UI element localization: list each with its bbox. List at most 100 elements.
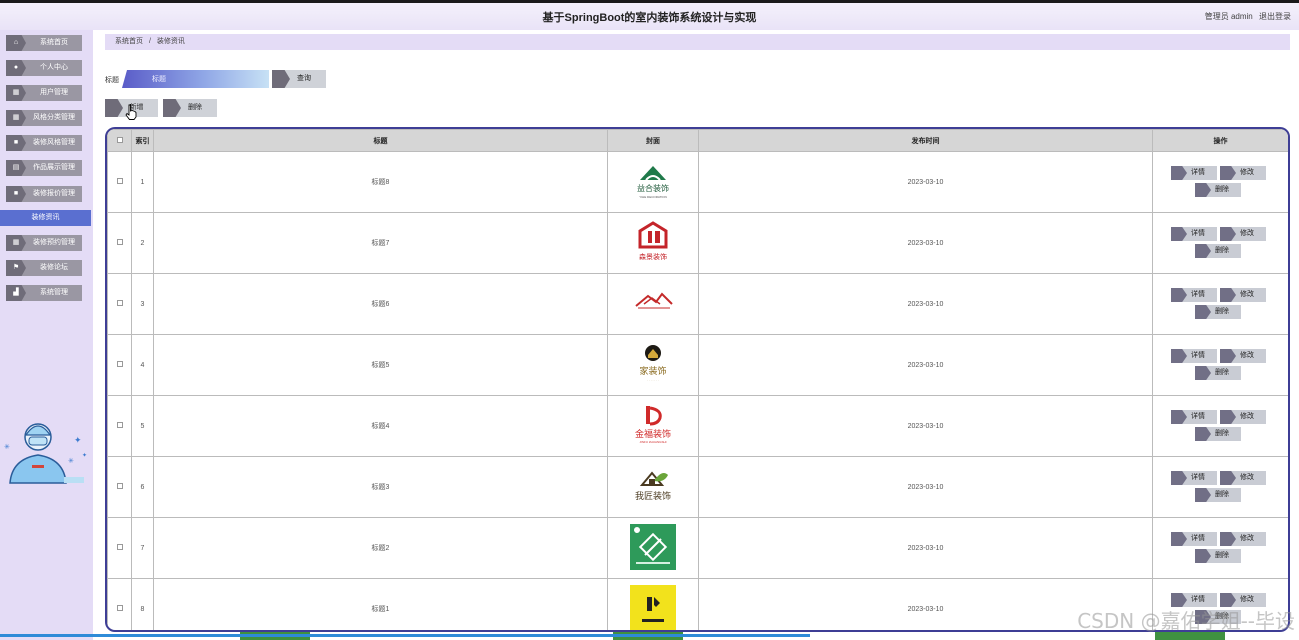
detail-button[interactable]: 详情 — [1171, 349, 1217, 363]
row-select-cell[interactable] — [107, 334, 132, 396]
svg-text:JINFU ZHUANGSHI: JINFU ZHUANGSHI — [640, 440, 667, 444]
row-delete-button[interactable]: 删除 — [1195, 488, 1241, 502]
row-title: 标题3 — [153, 456, 608, 518]
row-actions: 详情 修改删除 — [1152, 273, 1288, 335]
detail-button[interactable]: 详情 — [1171, 532, 1217, 546]
breadcrumb-current: 装修资讯 — [156, 38, 185, 45]
edit-button-label: 修改 — [1240, 230, 1254, 237]
edit-button[interactable]: 修改 — [1220, 410, 1266, 424]
row-title: 标题1 — [153, 578, 608, 630]
sidebar-item-label: 用户管理 — [40, 89, 68, 96]
detail-button[interactable]: 详情 — [1171, 410, 1217, 424]
edit-button[interactable]: 修改 — [1220, 471, 1266, 485]
edit-button[interactable]: 修改 — [1220, 349, 1266, 363]
detail-button[interactable]: 详情 — [1171, 471, 1217, 485]
row-date: 2023-03-10 — [698, 212, 1153, 274]
detail-button-label: 详情 — [1191, 596, 1205, 603]
row-date: 2023-03-10 — [698, 151, 1153, 213]
row-date: 2023-03-10 — [698, 395, 1153, 457]
search-label: 标题 — [105, 77, 119, 84]
breadcrumb-home[interactable]: 系统首页 — [115, 38, 143, 45]
sidebar-item[interactable]: 装修资讯 — [0, 210, 91, 226]
flag-icon: ⚑ — [6, 260, 26, 276]
row-select-cell[interactable] — [107, 212, 132, 274]
row-checkbox[interactable] — [116, 544, 123, 550]
row-delete-button[interactable]: 删除 — [1195, 183, 1241, 197]
search-button[interactable]: 查询 — [272, 70, 326, 88]
row-select-cell[interactable] — [107, 578, 132, 630]
table-row: 6 标题3 我匠装饰 2023-03-10 详情 修改 删除 — [107, 456, 1288, 518]
detail-button-label: 详情 — [1191, 230, 1205, 237]
edit-button[interactable]: 修改 — [1220, 227, 1266, 241]
row-delete-button[interactable]: 删除 — [1195, 305, 1241, 319]
hand-cursor-icon — [125, 104, 137, 120]
delete-button-label: 删除 — [188, 104, 202, 111]
row-title: 标题7 — [153, 212, 608, 274]
grid-icon: ▦ — [6, 110, 26, 126]
row-title: 标题5 — [153, 334, 608, 396]
row-delete-button-label: 删除 — [1215, 308, 1229, 315]
column-header-title: 标题 — [153, 129, 608, 152]
row-checkbox[interactable] — [116, 605, 123, 611]
row-delete-button[interactable]: 删除 — [1195, 244, 1241, 258]
svg-text:森景装饰: 森景装饰 — [639, 252, 667, 261]
row-select-cell[interactable] — [107, 151, 132, 213]
row-checkbox[interactable] — [116, 178, 123, 184]
row-index: 1 — [131, 151, 154, 213]
sidebar-item[interactable]: ● 个人中心 — [6, 60, 82, 76]
row-select-cell[interactable] — [107, 273, 132, 335]
edit-button[interactable]: 修改 — [1220, 288, 1266, 302]
row-delete-button-label: 删除 — [1215, 491, 1229, 498]
sidebar-item-label: 装修预约管理 — [33, 239, 75, 246]
delete-button[interactable]: 删除 — [163, 99, 217, 117]
detail-button[interactable]: 详情 — [1171, 227, 1217, 241]
sidebar: ✦ ✳ ✳ ✦ ⌂ 系统首页 ● 个人中心 ▦ 用户管理 ▦ 风格分类管理 ■ 装修风格管理 ▤ 作品… — [0, 30, 93, 640]
detail-button[interactable]: 详情 — [1171, 166, 1217, 180]
row-delete-button[interactable]: 删除 — [1195, 427, 1241, 441]
row-checkbox[interactable] — [116, 300, 123, 306]
title-search-input[interactable] — [122, 70, 269, 88]
detail-button[interactable]: 详情 — [1171, 288, 1217, 302]
row-select-cell[interactable] — [107, 456, 132, 518]
sidebar-item[interactable]: ▤ 作品展示管理 — [6, 160, 82, 176]
svg-text:✦: ✦ — [74, 435, 82, 445]
row-checkbox[interactable] — [116, 483, 123, 489]
doc-icon: ▤ — [6, 160, 26, 176]
sidebar-item-label: 个人中心 — [40, 64, 68, 71]
detail-button-label: 详情 — [1191, 169, 1205, 176]
logout-link[interactable]: 退出登录 — [1259, 12, 1291, 21]
row-index: 4 — [131, 334, 154, 396]
sidebar-item[interactable]: ▦ 用户管理 — [6, 85, 82, 101]
row-actions: 详情 修改删除 — [1152, 517, 1288, 579]
sidebar-item[interactable]: ⚑ 装修论坛 — [6, 260, 82, 276]
row-delete-button[interactable]: 删除 — [1195, 366, 1241, 380]
home-icon: ⌂ — [6, 35, 26, 51]
sidebar-item[interactable]: ■ 装修报价管理 — [6, 186, 82, 202]
edit-button[interactable]: 修改 — [1220, 532, 1266, 546]
svg-text:✳: ✳ — [68, 457, 74, 465]
sidebar-item-label: 系统首页 — [40, 39, 68, 46]
edit-button[interactable]: 修改 — [1220, 166, 1266, 180]
row-select-cell[interactable] — [107, 395, 132, 457]
edit-button-label: 修改 — [1240, 474, 1254, 481]
edit-button-label: 修改 — [1240, 169, 1254, 176]
select-all-checkbox[interactable] — [116, 136, 123, 143]
sidebar-item[interactable]: ▦ 装修预约管理 — [6, 235, 82, 251]
select-all-header[interactable] — [107, 129, 132, 152]
row-checkbox[interactable] — [116, 422, 123, 428]
row-checkbox[interactable] — [116, 361, 123, 367]
row-select-cell[interactable] — [107, 517, 132, 579]
sidebar-item[interactable]: ■ 装修风格管理 — [6, 135, 82, 151]
row-delete-button-label: 删除 — [1215, 186, 1229, 193]
cover-image: 益合装饰 YIHE DECORATION — [630, 158, 676, 206]
row-delete-button[interactable]: 删除 — [1195, 549, 1241, 563]
news-table: 索引 标题 封面 发布时间 操作 1 标题8 益合装饰 YIHE DECORATION… — [105, 127, 1290, 632]
sidebar-item[interactable]: ⌂ 系统首页 — [6, 35, 82, 51]
edit-button-label: 修改 — [1240, 413, 1254, 420]
row-checkbox[interactable] — [116, 239, 123, 245]
row-actions: 详情 修改删除 — [1152, 456, 1288, 518]
sidebar-item[interactable]: ▦ 风格分类管理 — [6, 110, 82, 126]
grid-icon: ▦ — [6, 235, 26, 251]
sidebar-item[interactable]: ▟ 系统管理 — [6, 285, 82, 301]
detail-button-label: 详情 — [1191, 474, 1205, 481]
